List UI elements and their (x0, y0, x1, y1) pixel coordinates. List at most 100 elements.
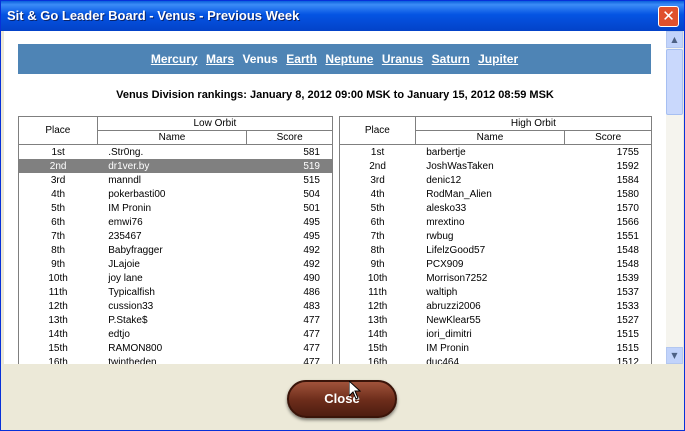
table-row[interactable]: 2nd JoshWasTaken 1592 (340, 159, 652, 173)
table-row[interactable]: 7th 235467 495 (19, 229, 333, 243)
cell-place: 3rd (50, 174, 66, 186)
planet-link-mercury[interactable]: Mercury (151, 52, 198, 66)
cell-place: 14th (48, 328, 68, 340)
cell-name: manndl (108, 174, 142, 186)
cell-place: 16th (367, 356, 388, 365)
high-orbit-group-header: High Orbit (414, 116, 653, 131)
cell-score: 1570 (616, 202, 639, 214)
table-row[interactable]: 11th waltiph 1537 (340, 285, 652, 299)
table-row[interactable]: 16th twintheden 477 (19, 355, 333, 365)
table-row[interactable]: 9th PCX909 1548 (340, 257, 652, 271)
cell-name: iori_dimitri (426, 328, 472, 340)
scroll-up-button[interactable]: ▲ (666, 31, 683, 48)
cell-score: 1512 (616, 356, 639, 365)
planet-link-uranus[interactable]: Uranus (382, 52, 423, 66)
window-title: Sit & Go Leader Board - Venus - Previous… (7, 8, 300, 23)
cell-place: 15th (367, 342, 388, 354)
cell-place: 1st (51, 146, 65, 158)
cell-name: joy lane (108, 272, 143, 284)
scroll-thumb[interactable] (666, 49, 683, 115)
scroll-down-button[interactable]: ▼ (666, 347, 683, 364)
table-row[interactable]: 12th abruzzi2006 1533 (340, 299, 652, 313)
table-row[interactable]: 15th IM Pronin 1515 (340, 341, 652, 355)
table-row[interactable]: 2nd dr1ver.by 519 (18, 159, 333, 173)
cell-place: 10th (367, 272, 388, 284)
cell-place: 10th (48, 272, 68, 284)
cell-place: 9th (51, 258, 66, 270)
cell-name: waltiph (426, 286, 458, 298)
table-row[interactable]: 4th pokerbasti00 504 (19, 187, 333, 201)
cell-score: 1592 (616, 160, 639, 172)
vertical-scrollbar[interactable]: ▲ ▼ (666, 31, 683, 364)
cell-score: 490 (303, 272, 320, 284)
cell-place: 14th (367, 328, 388, 340)
title-bar[interactable]: Sit & Go Leader Board - Venus - Previous… (1, 1, 684, 31)
planet-link-jupiter[interactable]: Jupiter (478, 52, 518, 66)
cell-score: 1515 (616, 342, 639, 354)
table-row[interactable]: 10th joy lane 490 (19, 271, 333, 285)
table-row[interactable]: 12th cussion33 483 (19, 299, 333, 313)
close-button[interactable]: Close (287, 380, 397, 418)
cell-name: NewKlear55 (426, 314, 481, 326)
table-row[interactable]: 9th JLajoie 492 (19, 257, 333, 271)
table-row[interactable]: 15th RAMON800 477 (19, 341, 333, 355)
cell-name: rwbug (426, 230, 454, 242)
cell-name: Babyfragger (108, 244, 163, 256)
table-row[interactable]: 8th Babyfragger 492 (19, 243, 333, 257)
table-row[interactable]: 8th LifelzGood57 1548 (340, 243, 652, 257)
table-row[interactable]: 5th IM Pronin 501 (19, 201, 333, 215)
cell-name: JLajoie (108, 258, 140, 270)
table-row[interactable]: 7th rwbug 1551 (340, 229, 652, 243)
cell-place: 6th (370, 216, 385, 228)
cell-place: 2nd (369, 160, 386, 172)
cell-place: 4th (370, 188, 385, 200)
cell-place: 6th (51, 216, 66, 228)
planet-nav: Mercury Mars Venus Earth Neptune Uranus … (18, 44, 651, 74)
cell-score: 1537 (616, 286, 639, 298)
table-row[interactable]: 11th Typicalfish 486 (19, 285, 333, 299)
planet-link-saturn[interactable]: Saturn (432, 52, 470, 66)
cell-score: 1533 (616, 300, 639, 312)
planet-link-mars[interactable]: Mars (206, 52, 234, 66)
cell-place: 5th (51, 202, 66, 214)
window-close-button[interactable]: ✕ (658, 6, 679, 27)
table-row[interactable]: 4th RodMan_Alien 1580 (340, 187, 652, 201)
planet-link-earth[interactable]: Earth (286, 52, 317, 66)
cell-score: 495 (303, 216, 320, 228)
cell-score: 1551 (616, 230, 639, 242)
cell-name: P.Stake$ (108, 314, 148, 326)
table-row[interactable]: 3rd denic12 1584 (340, 173, 652, 187)
table-row[interactable]: 1st .Str0ng. 581 (19, 145, 333, 160)
table-row[interactable]: 14th iori_dimitri 1515 (340, 327, 652, 341)
table-row[interactable]: 5th alesko33 1570 (340, 201, 652, 215)
table-row[interactable]: 14th edtjo 477 (19, 327, 333, 341)
cell-place: 8th (51, 244, 66, 256)
table-row[interactable]: 6th emwi76 495 (19, 215, 333, 229)
table-row[interactable]: 6th mrextino 1566 (340, 215, 652, 229)
table-row[interactable]: 3rd manndl 515 (19, 173, 333, 187)
table-row[interactable]: 10th Morrison7252 1539 (340, 271, 652, 285)
high-place-header: Place (339, 116, 416, 145)
cell-name: dr1ver.by (97, 159, 247, 173)
cell-name: mrextino (426, 216, 465, 228)
high-name-header: Name (414, 130, 566, 145)
cell-name: barbertje (426, 146, 466, 158)
cell-name: pokerbasti00 (108, 188, 166, 200)
table-row[interactable]: 16th duc464 1512 (340, 355, 652, 365)
table-row[interactable]: 1st barbertje 1755 (340, 145, 652, 160)
cell-name: Morrison7252 (426, 272, 488, 284)
cell-name: JoshWasTaken (426, 160, 494, 172)
cell-name: LifelzGood57 (426, 244, 486, 256)
table-row[interactable]: 13th NewKlear55 1527 (340, 313, 652, 327)
cell-place: 7th (370, 230, 385, 242)
low-name-header: Name (96, 130, 248, 145)
cell-place: 3rd (370, 174, 385, 186)
planet-link-neptune[interactable]: Neptune (325, 52, 373, 66)
cell-score: 1539 (616, 272, 639, 284)
table-row[interactable]: 13th P.Stake$ 477 (19, 313, 333, 327)
cell-score: 1548 (616, 244, 639, 256)
cell-name: IM Pronin (426, 342, 469, 354)
rankings-heading: Venus Division rankings: January 8, 2012… (116, 89, 554, 101)
high-score-header: Score (564, 130, 652, 145)
cell-name: 235467 (108, 230, 142, 242)
